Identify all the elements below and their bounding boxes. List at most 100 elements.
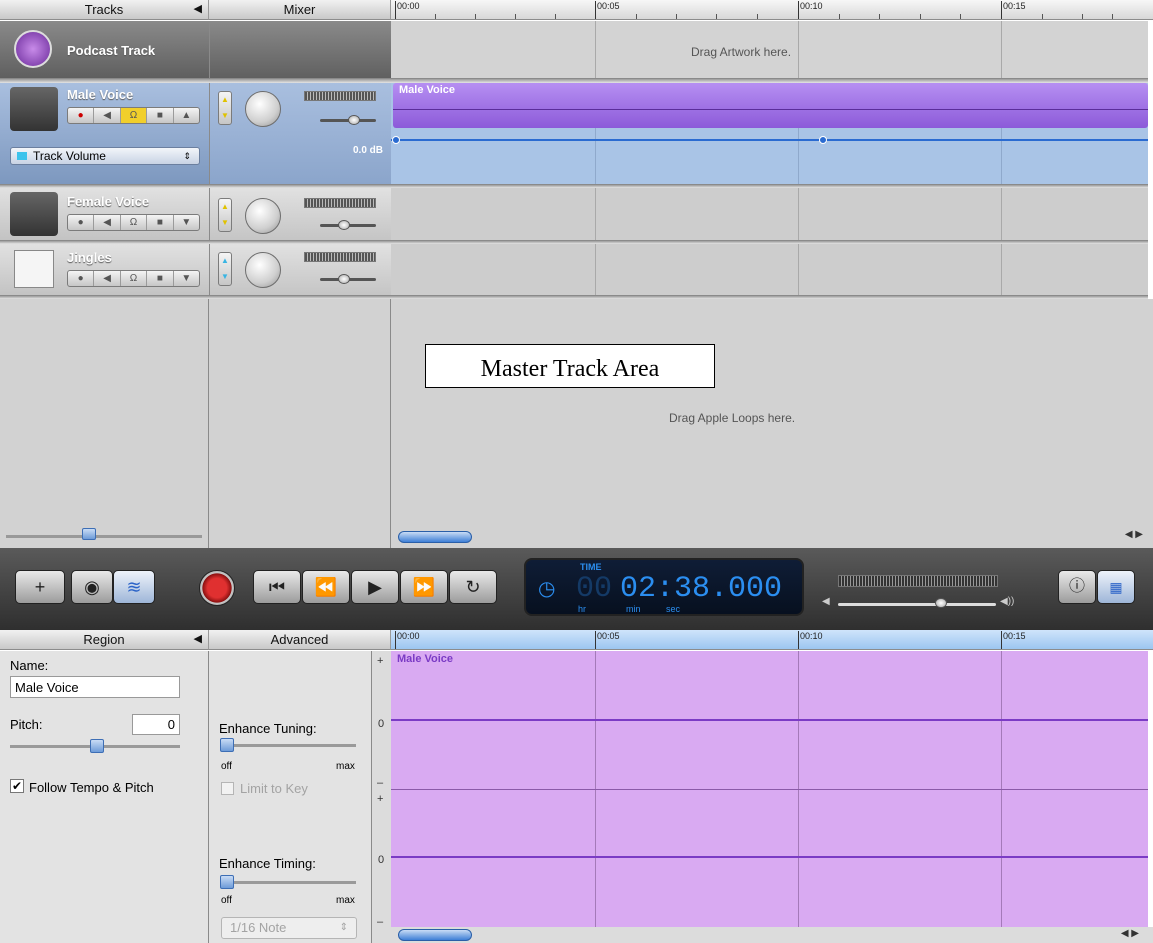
eye-icon[interactable]: ◉ bbox=[71, 570, 113, 604]
female-voice-lane[interactable] bbox=[391, 188, 1148, 241]
region-name-field[interactable] bbox=[10, 676, 180, 698]
volume-slider-thumb[interactable] bbox=[348, 115, 360, 125]
editor-ruler[interactable]: 00:00 00:05 00:10 00:15 bbox=[391, 630, 1153, 650]
mute-icon[interactable]: ◀ bbox=[94, 108, 121, 123]
waveform-channel-1 bbox=[391, 719, 1148, 721]
pitch-slider-thumb[interactable] bbox=[90, 739, 104, 753]
lcd-time-value: 02:38.000 bbox=[620, 572, 783, 606]
podcast-lane[interactable]: Drag Artwork here. bbox=[391, 21, 1148, 79]
editor-scrollbar[interactable]: ◀ ▶ bbox=[391, 927, 1153, 943]
timeline-ruler[interactable]: 00:00 00:05 00:10 00:15 bbox=[391, 0, 1153, 20]
microphone-icon bbox=[10, 192, 58, 236]
automation-value: Track Volume bbox=[33, 149, 106, 163]
annotation-box: Master Track Area bbox=[425, 344, 715, 388]
enhance-tuning-thumb[interactable] bbox=[220, 738, 234, 752]
solo-headphones-icon[interactable]: Ω bbox=[121, 215, 148, 230]
play-icon[interactable]: ▶ bbox=[351, 570, 399, 604]
channel1-minus: – bbox=[377, 777, 384, 789]
lock-icon[interactable]: ■ bbox=[147, 215, 174, 230]
record-button[interactable] bbox=[199, 570, 235, 606]
rewind-to-start-icon[interactable]: ⏮ bbox=[253, 570, 301, 604]
follow-tempo-checkbox[interactable]: ✔ bbox=[10, 779, 24, 793]
mute-icon[interactable]: ◀ bbox=[94, 215, 121, 230]
limit-to-key-label: Limit to Key bbox=[240, 781, 308, 796]
tracks-header-label: Tracks bbox=[84, 2, 124, 17]
record-enable-icon[interactable]: ● bbox=[68, 108, 95, 123]
ruler-tick-label: 00:05 bbox=[597, 1, 620, 11]
track-header-male-voice[interactable]: Male Voice ● ◀ Ω ■ ▲ Track Volume ⇕ bbox=[0, 83, 209, 185]
solo-headphones-icon[interactable]: Ω bbox=[120, 108, 148, 123]
level-meter bbox=[304, 198, 376, 208]
automation-toggle-icon[interactable]: ▲ bbox=[174, 108, 199, 123]
scroll-arrows-icon[interactable]: ◀ ▶ bbox=[1121, 928, 1139, 939]
male-voice-region[interactable]: Male Voice bbox=[393, 83, 1148, 128]
zoom-slider[interactable] bbox=[6, 535, 202, 538]
note-value-select[interactable]: 1/16 Note ⇕ bbox=[221, 917, 357, 939]
volume-slider-thumb[interactable] bbox=[338, 220, 350, 230]
lcd-display[interactable]: ◷ TIME 00 02:38.000 hr min sec bbox=[524, 558, 804, 616]
record-enable-icon[interactable]: ● bbox=[68, 215, 95, 230]
automation-curve[interactable] bbox=[391, 139, 1148, 141]
pan-stepper[interactable]: ▲ ▼ bbox=[218, 252, 232, 286]
mute-icon[interactable]: ◀ bbox=[94, 271, 121, 286]
media-browser-icon[interactable]: ▦ bbox=[1097, 570, 1135, 604]
pan-knob[interactable] bbox=[245, 252, 281, 288]
mixer-cell-jingles: ▲ ▼ bbox=[209, 244, 391, 296]
lock-icon[interactable]: ■ bbox=[147, 108, 174, 123]
advanced-header-label: Advanced bbox=[270, 632, 329, 647]
pitch-field[interactable] bbox=[132, 714, 180, 735]
editor-scrollbar-thumb[interactable] bbox=[398, 929, 472, 941]
track-controls: ● ◀ Ω ■ ▲ bbox=[67, 107, 200, 124]
track-header-female-voice[interactable]: Female Voice ● ◀ Ω ■ ▼ bbox=[0, 188, 209, 241]
track-header-jingles[interactable]: Jingles ● ◀ Ω ■ ▼ bbox=[0, 244, 209, 296]
pan-knob[interactable] bbox=[245, 198, 281, 234]
master-volume-slider[interactable] bbox=[838, 603, 996, 606]
editor-toggle-icon[interactable]: ≋ bbox=[113, 570, 155, 604]
lock-icon[interactable]: ■ bbox=[147, 271, 174, 286]
pan-stepper[interactable]: ▲ ▼ bbox=[218, 91, 232, 125]
mixer-cell-female-voice: ▲ ▼ bbox=[209, 188, 391, 241]
enhance-tuning-slider[interactable] bbox=[221, 744, 356, 747]
scroll-arrows-icon[interactable]: ◀ ▶ bbox=[1125, 529, 1143, 540]
channel1-plus: + bbox=[377, 655, 384, 667]
automation-color-swatch bbox=[17, 152, 27, 160]
artwork-drop-hint: Drag Artwork here. bbox=[691, 45, 792, 59]
rewind-icon[interactable]: ⏪ bbox=[302, 570, 350, 604]
limit-to-key-checkbox[interactable] bbox=[221, 782, 234, 795]
note-value: 1/16 Note bbox=[230, 920, 287, 935]
mixer-header: Mixer bbox=[209, 0, 391, 20]
loops-drop-area[interactable]: Master Track Area Drag Apple Loops here.… bbox=[391, 299, 1153, 548]
automation-select[interactable]: Track Volume ⇕ bbox=[10, 147, 200, 165]
track-header-podcast[interactable]: Podcast Track bbox=[0, 21, 209, 79]
chevron-updown-icon: ⇕ bbox=[183, 151, 191, 161]
male-voice-lane[interactable]: Male Voice bbox=[391, 83, 1148, 185]
cycle-icon[interactable]: ↻ bbox=[449, 570, 497, 604]
pan-knob[interactable] bbox=[245, 91, 281, 127]
horizontal-scrollbar-thumb[interactable] bbox=[398, 531, 472, 543]
enhance-timing-slider[interactable] bbox=[221, 881, 356, 884]
zoom-slider-thumb[interactable] bbox=[82, 528, 96, 540]
solo-headphones-icon[interactable]: Ω bbox=[121, 271, 148, 286]
automation-point[interactable] bbox=[819, 136, 827, 144]
advanced-panel: Enhance Tuning: off max Limit to Key Enh… bbox=[209, 651, 371, 943]
master-volume-thumb[interactable] bbox=[935, 598, 947, 608]
add-track-button[interactable]: + bbox=[15, 570, 65, 604]
enhance-timing-thumb[interactable] bbox=[220, 875, 234, 889]
jingles-lane[interactable] bbox=[391, 244, 1148, 296]
region-header-label: Region bbox=[83, 632, 125, 647]
automation-toggle-icon[interactable]: ▼ bbox=[174, 271, 199, 286]
collapse-region-icon[interactable]: ◀ bbox=[194, 630, 202, 649]
timing-off-label: off bbox=[221, 895, 232, 906]
track-name: Podcast Track bbox=[67, 43, 156, 58]
collapse-tracks-icon[interactable]: ◀ bbox=[194, 0, 202, 19]
record-enable-icon[interactable]: ● bbox=[68, 271, 95, 286]
info-icon[interactable]: ⓘ bbox=[1058, 570, 1096, 604]
pan-stepper[interactable]: ▲ ▼ bbox=[218, 198, 232, 232]
automation-toggle-icon[interactable]: ▼ bbox=[174, 215, 199, 230]
waveform-editor[interactable]: Male Voice bbox=[391, 651, 1148, 927]
volume-slider-thumb[interactable] bbox=[338, 274, 350, 284]
lcd-time-label: TIME bbox=[580, 562, 602, 572]
automation-point[interactable] bbox=[392, 136, 400, 144]
fast-forward-icon[interactable]: ⏩ bbox=[400, 570, 448, 604]
microphone-icon bbox=[10, 87, 58, 131]
